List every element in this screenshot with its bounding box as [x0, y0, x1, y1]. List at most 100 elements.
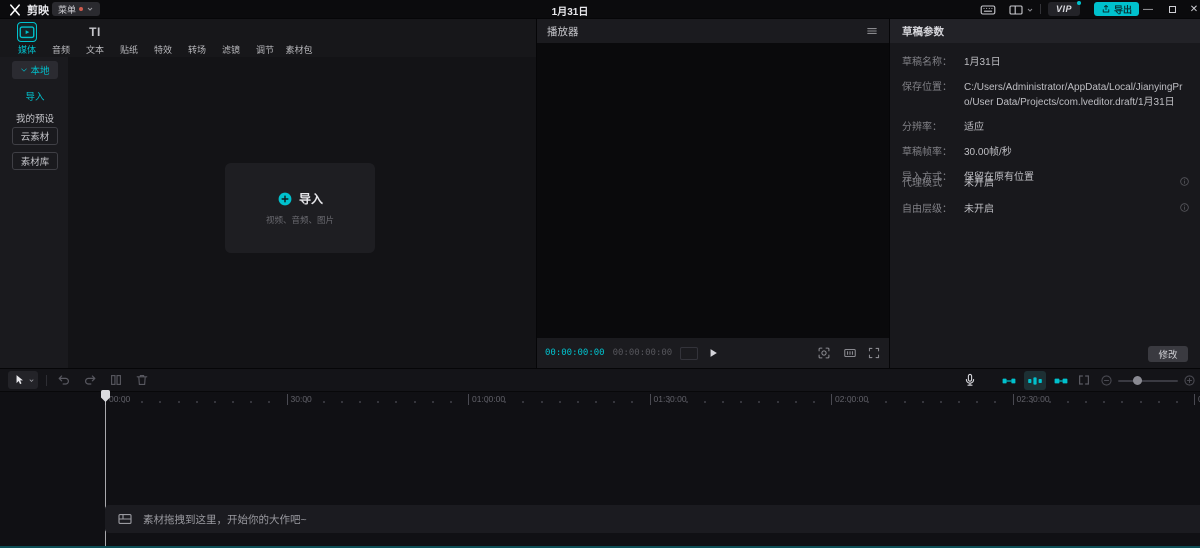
- current-timecode: 00:00:00:00: [545, 348, 605, 358]
- record-mic-icon[interactable]: [962, 372, 978, 388]
- chevron-down-icon: [28, 377, 35, 384]
- tab-text[interactable]: TI文本: [78, 22, 112, 56]
- ruler-tick: [976, 401, 978, 403]
- media-content-area: 导入 视频、音频、图片: [68, 57, 536, 368]
- panel-brackets-icon[interactable]: [1076, 372, 1092, 388]
- zoom-slider-handle[interactable]: [1133, 376, 1142, 385]
- ruler-tick: [522, 401, 524, 403]
- ruler-tick: [141, 401, 143, 403]
- ruler-tick: [377, 401, 379, 403]
- keyboard-shortcuts-button[interactable]: [980, 2, 996, 18]
- info-icon[interactable]: [1179, 176, 1190, 187]
- ruler-tick: [686, 401, 688, 403]
- draft-toggles: 代理模式未开启自由层级：未开启: [902, 174, 1190, 226]
- fullscreen-icon: [867, 346, 881, 360]
- ruler-tick: [613, 401, 615, 403]
- menu-label: 菜单: [58, 3, 76, 16]
- field-label: 草稿名称：: [902, 55, 964, 70]
- draft-field-row: 草稿帧率：30.00帧/秒: [902, 145, 1188, 160]
- info-icon[interactable]: [1179, 202, 1190, 213]
- fullscreen-button[interactable]: [867, 346, 881, 360]
- time-options-box[interactable]: [680, 347, 698, 360]
- sidebar-item-my-presets[interactable]: 我的预设: [12, 109, 58, 127]
- zoom-in-icon[interactable]: [1183, 374, 1196, 387]
- layout-mode-button[interactable]: [1008, 2, 1034, 18]
- media-tab-bar: 媒体音频TI文本贴纸 特效转场滤镜调节素材包: [0, 19, 536, 57]
- canvas-ratio-button[interactable]: [843, 346, 857, 360]
- play-icon: [706, 346, 720, 360]
- sidebar-item-label: 云素材: [21, 129, 50, 143]
- player-header: 播放器: [537, 19, 889, 43]
- maximize-button[interactable]: [1164, 1, 1180, 17]
- share-icon: [1101, 4, 1111, 14]
- import-dropzone[interactable]: 导入 视频、音频、图片: [225, 163, 375, 253]
- sidebar-item-local[interactable]: 本地: [12, 61, 58, 79]
- tab-label: 文本: [86, 43, 104, 56]
- player-menu-icon[interactable]: [865, 24, 879, 38]
- timeline-zoom-slider[interactable]: [1118, 380, 1178, 382]
- app-logo: 剪映: [8, 2, 49, 18]
- draft-field-row: 保存位置：C:/Users/Administrator/AppData/Loca…: [902, 80, 1188, 110]
- zoom-out-icon[interactable]: [1100, 374, 1113, 387]
- sidebar-item-material-library[interactable]: 素材库: [12, 152, 58, 170]
- ruler-tick: [1085, 401, 1087, 403]
- tab-filter[interactable]: 滤镜: [214, 22, 248, 56]
- snap-icon: [1001, 373, 1017, 389]
- player-panel: 播放器 00:00:00:00 00:00:00:00: [537, 19, 889, 368]
- ruler-tick: [214, 401, 216, 403]
- draft-panel-title: 草稿参数: [902, 24, 944, 39]
- minimize-button[interactable]: —: [1140, 1, 1156, 17]
- close-button[interactable]: ✕: [1186, 1, 1200, 17]
- tab-audio[interactable]: 音频: [44, 22, 78, 56]
- tab-adjust[interactable]: 调节: [248, 22, 282, 56]
- ruler-tick: [1176, 401, 1178, 403]
- ruler-tick: [885, 401, 887, 403]
- export-button[interactable]: 导出: [1094, 2, 1139, 16]
- tab-label: 特效: [154, 43, 172, 56]
- ruler-tick: [958, 401, 960, 403]
- tab-material-pack[interactable]: 素材包: [282, 22, 316, 56]
- snap-toggle[interactable]: [998, 371, 1020, 390]
- ruler-label: 02:30:00: [1013, 394, 1050, 405]
- field-value: 适应: [964, 120, 984, 135]
- sidebar-item-import[interactable]: 导入: [12, 87, 58, 105]
- modify-button[interactable]: 修改: [1148, 346, 1188, 362]
- import-action[interactable]: 导入: [277, 190, 323, 207]
- ruler-label: 30:00: [287, 394, 312, 405]
- app-name: 剪映: [27, 2, 49, 18]
- cursor-icon: [12, 373, 26, 387]
- player-controls: 00:00:00:00 00:00:00:00: [537, 338, 889, 368]
- timeline-ruler[interactable]: 00:0030:0001:00:0001:30:0002:00:0002:30:…: [0, 393, 1200, 408]
- tab-label: 调节: [256, 43, 274, 56]
- tab-label: 媒体: [18, 43, 36, 56]
- split-icon[interactable]: [108, 372, 124, 388]
- tab-sticker[interactable]: 贴纸: [112, 22, 146, 56]
- ruler-tick: [323, 401, 325, 403]
- ruler-tick: [813, 401, 815, 403]
- media-panel: 媒体音频TI文本贴纸特效转场滤镜调节素材包 本地导入我的预设云素材素材库 导入 …: [0, 19, 536, 368]
- vip-badge[interactable]: VIP: [1048, 2, 1080, 16]
- undo-icon[interactable]: [56, 372, 72, 388]
- tab-media[interactable]: 媒体: [10, 22, 44, 56]
- select-tool-button[interactable]: [8, 371, 38, 389]
- tab-effects[interactable]: 特效: [146, 22, 180, 56]
- empty-track-dropzone[interactable]: 素材拖拽到这里，开始你的大作吧~: [105, 505, 1200, 533]
- player-viewport: [537, 43, 889, 338]
- preview-axis-toggle[interactable]: [1050, 371, 1072, 390]
- preview-quality-button[interactable]: [817, 346, 831, 360]
- tab-label: 贴纸: [120, 43, 138, 56]
- ruler-tick: [940, 401, 942, 403]
- delete-icon[interactable]: [134, 372, 150, 388]
- ruler-tick: [450, 401, 452, 403]
- titlebar-divider: [1040, 4, 1041, 14]
- menu-button[interactable]: 菜单: [52, 2, 100, 16]
- ruler-tick: [1140, 401, 1142, 403]
- player-title: 播放器: [547, 24, 579, 39]
- linkage-toggle[interactable]: [1024, 371, 1046, 390]
- ruler-tick: [758, 401, 760, 403]
- play-button[interactable]: [706, 346, 720, 360]
- sidebar-item-cloud-material[interactable]: 云素材: [12, 127, 58, 145]
- redo-icon[interactable]: [82, 372, 98, 388]
- field-label: 分辨率：: [902, 120, 964, 135]
- tab-transition[interactable]: 转场: [180, 22, 214, 56]
